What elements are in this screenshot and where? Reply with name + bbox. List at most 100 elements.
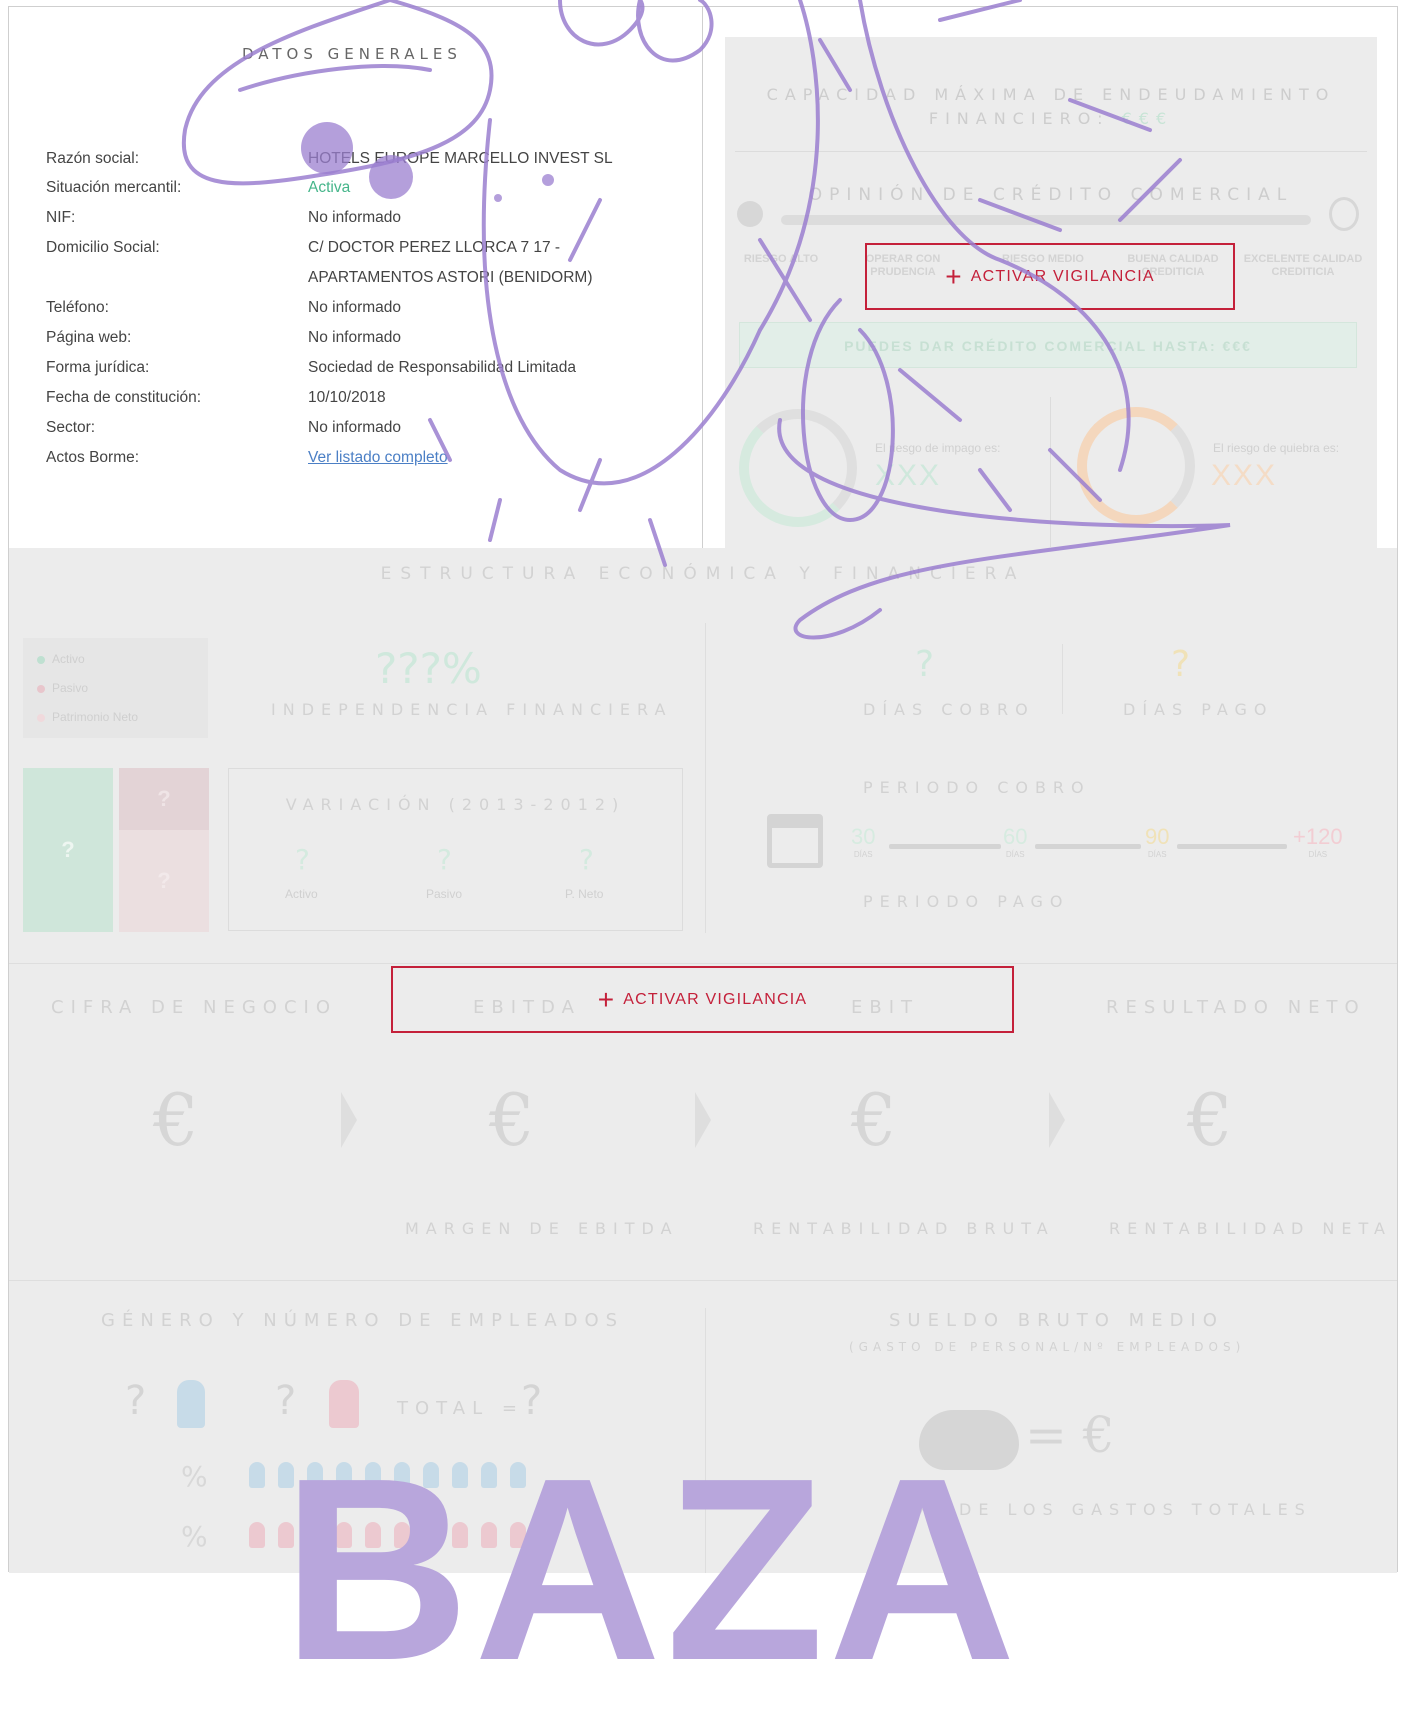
- period-line: [1035, 844, 1141, 849]
- margen-ebitda-label: MARGEN DE EBITDA: [405, 1219, 679, 1238]
- field-label: Forma jurídica:: [46, 359, 150, 376]
- nif-value: No informado: [308, 209, 402, 226]
- capacity-title: CAPACIDAD MÁXIMA DE ENDEUDAMIENTO FINANC…: [725, 83, 1377, 131]
- activo-bar: ?: [23, 768, 113, 932]
- activate-label: ACTIVAR VIGILANCIA: [970, 267, 1155, 285]
- legend-item: Pasivo: [37, 681, 88, 695]
- periodo-cobro-label: PERIODO COBRO: [863, 778, 1091, 797]
- field-label: Domicilio Social:: [46, 239, 160, 256]
- company-name: HOTELS EUROPE MARCELLO INVEST SL: [308, 150, 613, 167]
- risk-label: EXCELENTE CALIDAD CREDITICIA: [1243, 253, 1363, 278]
- plus-icon: +: [597, 983, 616, 1015]
- variation-q: ?: [579, 843, 594, 876]
- medal-icon: [1329, 197, 1359, 231]
- divider: [1062, 644, 1063, 714]
- website-value: No informado: [308, 329, 402, 346]
- dias-cobro-label: DÍAS COBRO: [863, 700, 1035, 719]
- capacity-value: €€€: [1121, 109, 1174, 128]
- credit-panel: CAPACIDAD MÁXIMA DE ENDEUDAMIENTO FINANC…: [725, 37, 1377, 548]
- structure-title: ESTRUCTURA ECONÓMICA Y FINANCIERA: [380, 564, 1026, 584]
- report-frame: DATOS GENERALES Razón social: HOTELS EUR…: [8, 6, 1398, 1573]
- impago-ring: [739, 409, 857, 527]
- activate-vigilance-button-top[interactable]: + ACTIVAR VIGILANCIA: [865, 243, 1235, 310]
- field-label: Razón social:: [46, 150, 140, 167]
- field-label: Página web:: [46, 329, 132, 346]
- calendar-icon: [767, 814, 823, 868]
- quiebra-ring: [1077, 407, 1195, 525]
- quiebra-value: XXX: [1211, 459, 1278, 492]
- divider: [9, 963, 1397, 964]
- men-count: ?: [125, 1378, 147, 1424]
- period-line: [1177, 844, 1287, 849]
- salary-title: SUELDO BRUTO MEDIO: [889, 1310, 1224, 1331]
- field-label: Actos Borme:: [46, 449, 140, 466]
- employees-title: GÉNERO Y NÚMERO DE EMPLEADOS: [101, 1310, 625, 1331]
- variation-title: VARIACIÓN (2013-2012): [285, 795, 626, 814]
- legend-item: Activo: [37, 652, 85, 666]
- impago-value: XXX: [875, 459, 942, 492]
- euro-icon: €: [1187, 1078, 1233, 1162]
- variation-label: P. Neto: [565, 887, 604, 901]
- status-value: Activa: [308, 179, 351, 196]
- male-icon: [177, 1380, 205, 1428]
- sector-value: No informado: [308, 419, 402, 436]
- pasivo-bar: ?: [119, 768, 209, 830]
- watermark-text: BAZA: [282, 1425, 1021, 1715]
- salary-eq: = €: [1025, 1406, 1115, 1464]
- address-value: C/ DOCTOR PEREZ LLORCA 7 17 - APARTAMENT…: [308, 239, 593, 286]
- variation-label: Activo: [285, 887, 318, 901]
- activate-vigilance-button-bottom[interactable]: + ACTIVAR VIGILANCIA: [391, 966, 1014, 1033]
- structure-legend: Activo Pasivo Patrimonio Neto: [23, 638, 208, 738]
- women-percent: %: [181, 1520, 208, 1553]
- field-label: Teléfono:: [46, 299, 109, 316]
- men-percent: %: [181, 1460, 208, 1493]
- independence-label: INDEPENDENCIA FINANCIERA: [271, 700, 673, 719]
- field-label: Sector:: [46, 419, 96, 436]
- field-label: Fecha de constitución:: [46, 389, 202, 406]
- total-label: TOTAL =: [397, 1398, 524, 1419]
- euro-icon: €: [851, 1078, 897, 1162]
- credit-limit-box: PUEDES DAR CRÉDITO COMERCIAL HASTA: €€€: [739, 322, 1357, 368]
- divider: [705, 623, 706, 933]
- dias-cobro-value: ?: [915, 644, 935, 685]
- divider: [1050, 397, 1051, 547]
- chevron-right-icon: [1049, 1092, 1065, 1148]
- tick-60: 60 DÍAS: [1003, 824, 1028, 859]
- person-icon: [249, 1522, 265, 1548]
- independence-value: ???%: [375, 644, 482, 693]
- salary-subtitle: (GASTO DE PERSONAL/Nº EMPLEADOS): [849, 1340, 1246, 1354]
- tick-120: +120 DÍAS: [1293, 824, 1343, 859]
- capacity-title-text: CAPACIDAD MÁXIMA DE ENDEUDAMIENTO FINANC…: [766, 85, 1336, 128]
- cifra-negocio-title: CIFRA DE NEGOCIO: [51, 997, 337, 1018]
- risk-label: RIESGO ALTO: [743, 253, 819, 265]
- variation-label: Pasivo: [426, 887, 463, 901]
- euro-icon: €: [153, 1078, 199, 1162]
- skull-icon: [737, 201, 763, 227]
- impago-label: El riesgo de impago es:: [875, 441, 1001, 455]
- financial-section: ESTRUCTURA ECONÓMICA Y FINANCIERA Activo…: [9, 548, 1397, 1573]
- divider: [9, 1280, 1397, 1281]
- tick-30: 30 DÍAS: [851, 824, 876, 859]
- opinion-title: OPINIÓN DE CRÉDITO COMERCIAL: [808, 185, 1294, 205]
- founded-value: 10/10/2018: [308, 389, 386, 406]
- period-line: [889, 844, 1001, 849]
- risk-bar: [781, 215, 1311, 225]
- resultado-neto-title: RESULTADO NETO: [1106, 997, 1366, 1018]
- general-data-title: DATOS GENERALES: [242, 45, 462, 63]
- women-count: ?: [275, 1378, 297, 1424]
- dias-pago-label: DÍAS PAGO: [1123, 700, 1274, 719]
- legal-form-value: Sociedad de Responsabilidad Limitada: [308, 359, 576, 376]
- person-icon: [249, 1462, 265, 1488]
- field-label: Situación mercantil:: [46, 179, 182, 196]
- variation-q: ?: [295, 843, 310, 876]
- borme-link[interactable]: Ver listado completo: [308, 449, 448, 466]
- divider: [735, 151, 1367, 152]
- variation-q: ?: [437, 843, 452, 876]
- chevron-right-icon: [695, 1092, 711, 1148]
- variation-box: VARIACIÓN (2013-2012) ? Activo ? Pasivo …: [228, 768, 683, 931]
- total-count: ?: [521, 1378, 543, 1424]
- periodo-pago-label: PERIODO PAGO: [863, 892, 1070, 911]
- general-data-panel: DATOS GENERALES Razón social: HOTELS EUR…: [9, 7, 703, 548]
- rentabilidad-bruta-label: RENTABILIDAD BRUTA: [753, 1219, 1055, 1238]
- plus-icon: +: [945, 260, 963, 292]
